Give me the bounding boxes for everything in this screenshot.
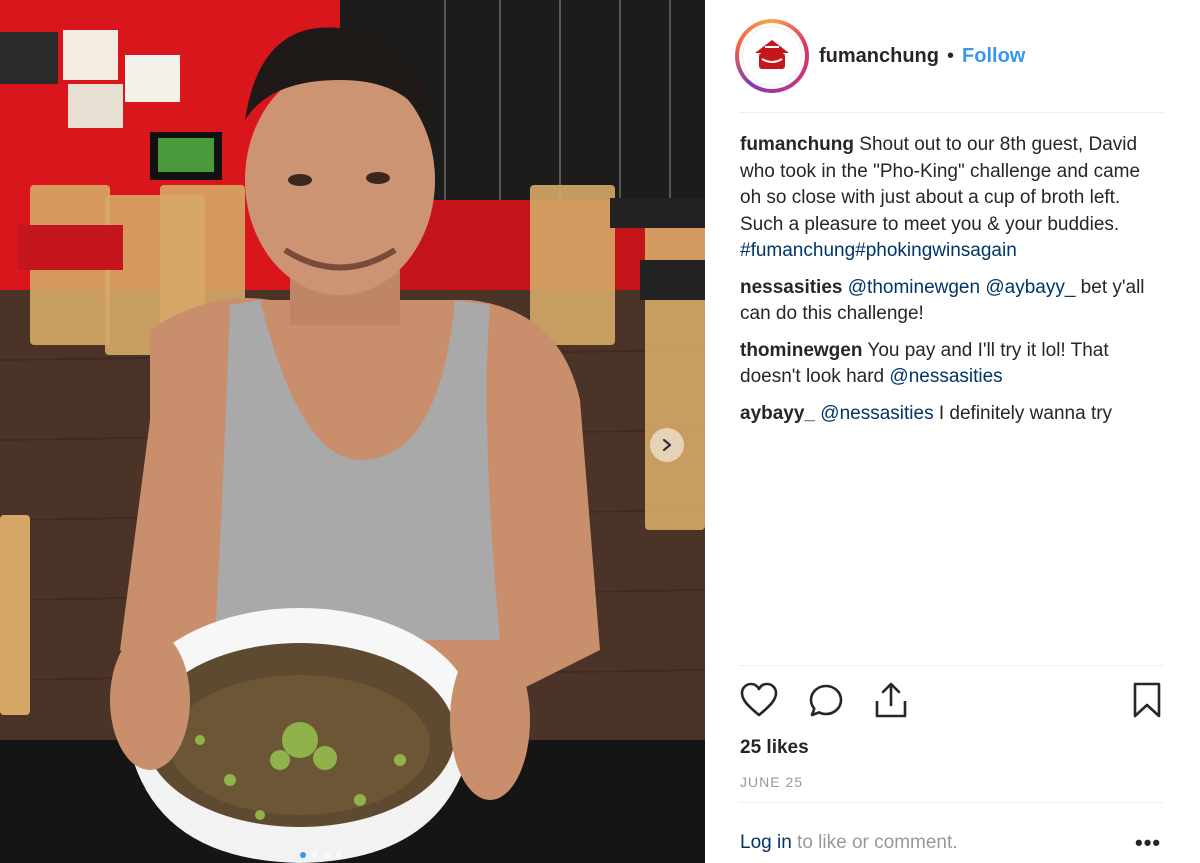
mention-link[interactable]: @nessasities <box>820 403 933 424</box>
mention-link[interactable]: @thominewgen <box>848 277 980 298</box>
carousel-dot <box>336 852 342 858</box>
comment-username[interactable]: aybayy_ <box>740 403 815 424</box>
follow-button[interactable]: Follow <box>962 45 1025 68</box>
likes-count[interactable]: 25 likes <box>740 737 809 759</box>
more-options-button[interactable]: ••• <box>1135 830 1161 856</box>
comment-text: I definitely wanna try <box>933 402 1113 424</box>
separator-bullet: • <box>947 44 955 67</box>
login-link[interactable]: Log in <box>740 832 792 853</box>
login-prompt-text: to like or comment. <box>791 832 958 853</box>
chevron-right-icon <box>662 438 672 452</box>
share-icon[interactable] <box>873 681 909 724</box>
header-divider <box>739 112 1164 113</box>
comment-item: aybayy_ @nessasities I definitely wanna … <box>740 401 1165 428</box>
carousel-dot <box>324 852 330 858</box>
avatar[interactable] <box>735 19 809 93</box>
post-header: fumanchung • Follow <box>735 18 1025 94</box>
post-side-panel: fumanchung • Follow fumanchung Shout out… <box>705 0 1200 863</box>
photo-illustration <box>0 0 705 863</box>
next-image-button[interactable] <box>650 428 684 462</box>
heart-icon[interactable] <box>740 682 778 723</box>
mention-link[interactable]: @nessasities <box>889 366 1002 387</box>
carousel-indicator <box>300 852 342 858</box>
login-prompt: Log in to like or comment. <box>740 832 958 854</box>
carousel-dot <box>300 852 306 858</box>
comment-username[interactable]: fumanchung <box>740 134 854 155</box>
fumanchung-logo-icon <box>750 34 794 78</box>
carousel-dot <box>312 852 318 858</box>
comment-username[interactable]: thominewgen <box>740 340 862 361</box>
comment-icon[interactable] <box>808 683 844 724</box>
post-actions <box>740 682 1170 722</box>
post-author-username[interactable]: fumanchung <box>819 45 939 68</box>
comment-item: thominewgen You pay and I'll try it lol!… <box>740 338 1165 391</box>
bookmark-icon[interactable] <box>1132 681 1162 724</box>
comment-item: nessasities @thominewgen @aybayy_ bet y'… <box>740 275 1165 328</box>
hashtag-link[interactable]: #fumanchung#phokingwinsagain <box>740 240 1017 261</box>
post-photo[interactable] <box>0 0 705 863</box>
post-date[interactable]: JUNE 25 <box>740 774 803 790</box>
comments-divider <box>739 665 1164 666</box>
footer-divider <box>739 802 1164 803</box>
comment-username[interactable]: nessasities <box>740 277 842 298</box>
mention-link[interactable]: @aybayy_ <box>985 277 1075 298</box>
comment-item: fumanchung Shout out to our 8th guest, D… <box>740 132 1165 265</box>
comments-list: fumanchung Shout out to our 8th guest, D… <box>740 132 1165 437</box>
